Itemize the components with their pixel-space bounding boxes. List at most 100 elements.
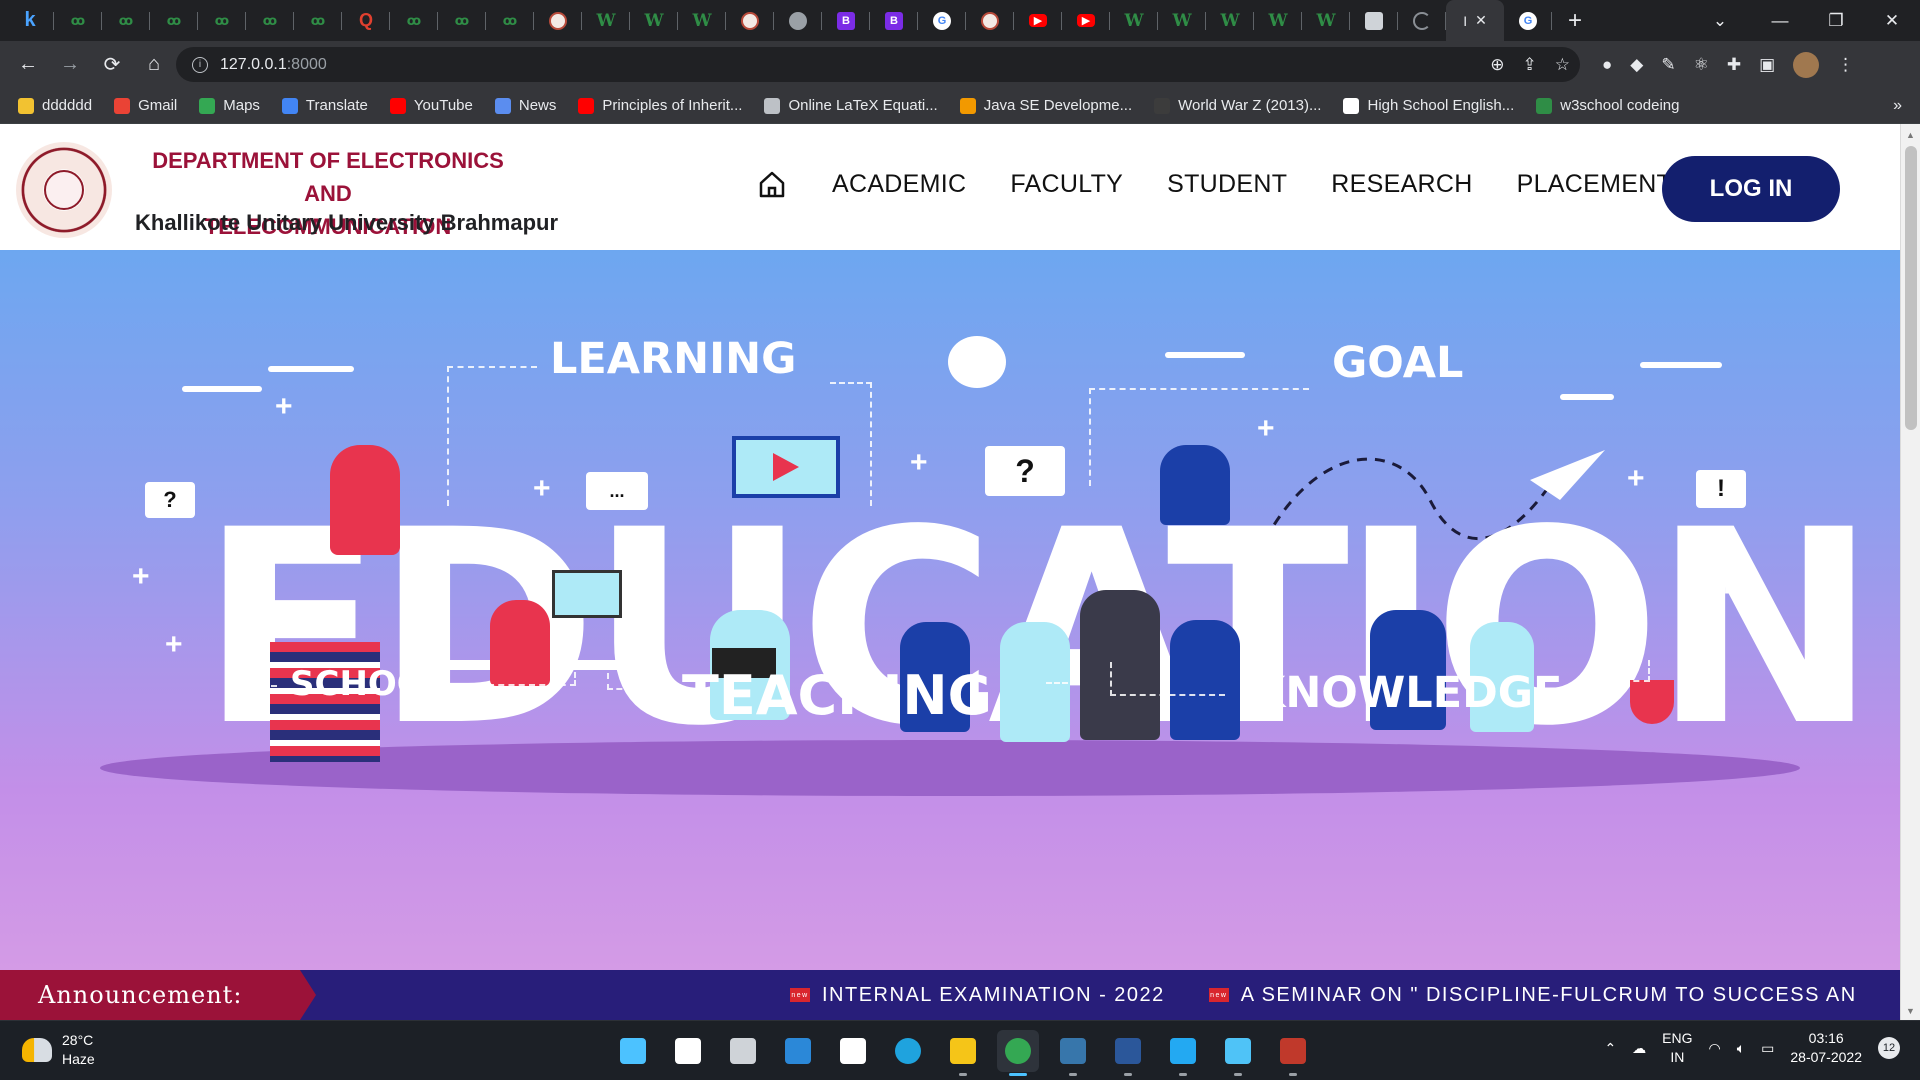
wifi-icon[interactable]: ◠ (1709, 1040, 1721, 1057)
home-button[interactable]: ⌂ (134, 47, 174, 83)
bookmarks-overflow-icon[interactable]: » (1893, 97, 1902, 115)
onedrive-icon[interactable]: ☁ (1632, 1040, 1646, 1057)
bookmark-item[interactable]: YouTube (389, 97, 473, 114)
bookmark-item[interactable]: Translate (281, 97, 368, 114)
address-bar[interactable]: i 127.0.0.1:8000 ⊕ ⇪ ☆ (176, 47, 1580, 82)
browser-tab[interactable]: ▶ (1062, 0, 1110, 41)
browser-tab[interactable]: ꝏ (294, 0, 342, 41)
file-explorer-icon[interactable] (942, 1030, 984, 1076)
bookmark-item[interactable]: Java SE Developme... (959, 97, 1132, 114)
browser-tab[interactable]: G (1504, 0, 1552, 41)
browser-tab[interactable]: B (870, 0, 918, 41)
extension-icon[interactable]: ● (1602, 55, 1612, 75)
minimize-button[interactable]: — (1752, 0, 1808, 41)
profile-avatar[interactable] (1793, 51, 1820, 78)
bookmark-item[interactable]: Gmail (114, 97, 177, 114)
bookmark-item[interactable]: w3school codeing (1536, 97, 1679, 114)
browser-tab[interactable]: W (1254, 0, 1302, 41)
close-tab-icon[interactable]: ✕ (1475, 12, 1487, 29)
browser-tab[interactable]: W (582, 0, 630, 41)
reload-button[interactable]: ⟳ (92, 47, 132, 83)
browser-tab[interactable]: W (1158, 0, 1206, 41)
bookmark-item[interactable]: High School English... (1343, 97, 1514, 114)
browser-tab[interactable] (1350, 0, 1398, 41)
browser-tab[interactable]: ꝏ (102, 0, 150, 41)
browser-tab[interactable]: ▶ (1014, 0, 1062, 41)
scrollbar-thumb[interactable] (1905, 146, 1917, 430)
clock[interactable]: 03:16 28-07-2022 (1790, 1029, 1862, 1067)
browser-tab[interactable] (774, 0, 822, 41)
new-tab-button[interactable]: + (1552, 7, 1598, 35)
react-devtools-icon[interactable]: ⚛ (1694, 55, 1709, 75)
browser-tab[interactable] (1398, 0, 1446, 41)
battery-icon[interactable]: ▭ (1761, 1040, 1774, 1057)
bookmark-star-icon[interactable]: ☆ (1555, 55, 1570, 75)
scroll-up-icon[interactable]: ▲ (1906, 130, 1915, 140)
browser-tab[interactable]: B (822, 0, 870, 41)
forward-button[interactable]: → (50, 47, 90, 83)
bookmark-item[interactable]: Online LaTeX Equati... (764, 97, 938, 114)
browser-tab[interactable]: W (630, 0, 678, 41)
tab-search-button[interactable]: ⌄ (1692, 0, 1748, 41)
nav-academic[interactable]: ACADEMIC (832, 170, 966, 199)
mail-icon[interactable] (777, 1030, 819, 1072)
browser-tab[interactable]: ꝏ (390, 0, 438, 41)
word-icon[interactable] (1107, 1030, 1149, 1076)
browser-tab[interactable]: ꝏ (246, 0, 294, 41)
extension-icon[interactable]: ✎ (1661, 55, 1675, 75)
close-window-button[interactable]: ✕ (1864, 0, 1920, 41)
page-scrollbar[interactable]: ▲ ▼ (1900, 124, 1920, 1020)
nav-research[interactable]: RESEARCH (1331, 170, 1472, 199)
extension-icon[interactable]: ◆ (1630, 55, 1643, 75)
bookmark-item[interactable]: Maps (199, 97, 260, 114)
bookmark-item[interactable]: World War Z (2013)... (1154, 97, 1321, 114)
weather-widget[interactable]: 28°C Haze (22, 1031, 95, 1069)
language-indicator[interactable]: ENG IN (1662, 1029, 1692, 1067)
chrome-icon[interactable] (997, 1030, 1039, 1076)
nav-student[interactable]: STUDENT (1167, 170, 1287, 199)
task-view-icon[interactable] (722, 1030, 764, 1072)
browser-tab[interactable] (966, 0, 1014, 41)
browser-tab[interactable]: ꝏ (150, 0, 198, 41)
bookmark-item[interactable]: dddddd (18, 97, 92, 114)
university-logo[interactable] (16, 142, 112, 238)
edge-icon[interactable] (887, 1030, 929, 1072)
browser-tab[interactable]: ꝏ (198, 0, 246, 41)
extensions-puzzle-icon[interactable]: ✚ (1727, 55, 1741, 75)
side-panel-icon[interactable]: ▣ (1759, 55, 1775, 75)
acrobat-icon[interactable] (1272, 1030, 1314, 1076)
browser-tab[interactable]: Q (342, 0, 390, 41)
menu-icon[interactable]: ⋮ (1837, 55, 1854, 75)
back-button[interactable]: ← (8, 47, 48, 83)
browser-tab[interactable]: ꝏ (438, 0, 486, 41)
browser-tab[interactable]: W (1110, 0, 1158, 41)
browser-tab[interactable]: W (1206, 0, 1254, 41)
browser-tab[interactable]: k (6, 0, 54, 41)
browser-tab[interactable] (726, 0, 774, 41)
bookmark-item[interactable]: News (494, 97, 556, 114)
login-button[interactable]: LOG IN (1662, 156, 1840, 222)
site-info-icon[interactable]: i (192, 56, 208, 73)
nav-faculty[interactable]: FACULTY (1010, 170, 1123, 199)
active-tab[interactable]: I ✕ (1446, 0, 1504, 41)
notification-badge[interactable]: 12 (1878, 1037, 1900, 1059)
nav-placement[interactable]: PLACEMENT (1517, 170, 1673, 199)
browser-tab[interactable]: ꝏ (54, 0, 102, 41)
share-icon[interactable]: ⇪ (1523, 55, 1537, 75)
windows-start-icon[interactable] (612, 1030, 654, 1072)
notepad-icon[interactable] (1217, 1030, 1259, 1076)
scroll-down-icon[interactable]: ▼ (1906, 1006, 1915, 1016)
bookmark-item[interactable]: Principles of Inherit... (578, 97, 742, 114)
browser-tab[interactable] (534, 0, 582, 41)
python-icon[interactable] (1052, 1030, 1094, 1076)
zoom-icon[interactable]: ⊕ (1490, 55, 1504, 75)
browser-tab[interactable]: W (678, 0, 726, 41)
search-icon[interactable] (667, 1030, 709, 1072)
restore-button[interactable]: ❐ (1808, 0, 1864, 41)
volume-icon[interactable]: 🔈︎ (1737, 1040, 1745, 1057)
browser-tab[interactable]: W (1302, 0, 1350, 41)
browser-tab[interactable]: ꝏ (486, 0, 534, 41)
store-icon[interactable] (832, 1030, 874, 1072)
home-icon[interactable] (756, 168, 788, 200)
announcement-item[interactable]: new INTERNAL EXAMINATION - 2022 (790, 984, 1165, 1007)
